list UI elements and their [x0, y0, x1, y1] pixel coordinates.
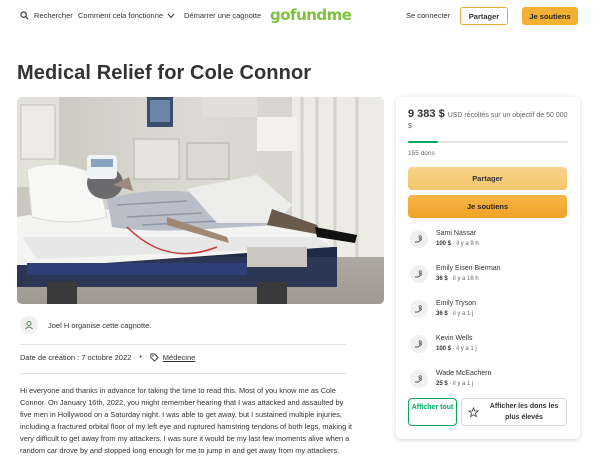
share-button[interactable]: Partager — [408, 167, 567, 190]
donor-avatar — [410, 370, 428, 388]
divider — [20, 344, 346, 345]
top-donations-label: Afficher les dons les plus élevés — [489, 403, 559, 421]
hand-heart-icon — [415, 270, 422, 278]
header-donate-button[interactable]: Je soutiens — [522, 7, 578, 25]
donor-avatar — [410, 300, 428, 318]
organizer-avatar — [20, 316, 38, 334]
start-campaign-link[interactable]: Démarrer une cagnotte — [184, 11, 261, 20]
star-icon — [468, 406, 479, 417]
search-link[interactable]: Rechercher — [20, 11, 73, 20]
donor-avatar — [410, 230, 428, 248]
hand-heart-icon — [415, 235, 422, 243]
campaign-meta: Date de création : 7 octobre 2022 • Méde… — [20, 353, 195, 362]
raised-amount: 9 383 $ — [408, 108, 445, 120]
donor-name: Wade McEachern — [436, 370, 492, 377]
user-icon — [25, 321, 33, 330]
donation-item: Emily Tryson 36 $ · il y a 1 j — [410, 295, 570, 323]
login-link[interactable]: Se connecter — [406, 11, 450, 20]
donor-avatar — [410, 335, 428, 353]
donation-time: il y a 1 j — [456, 346, 477, 352]
divider — [20, 373, 346, 374]
donation-amount: 36 $ — [436, 311, 448, 317]
top-nav: Rechercher Comment cela fonctionne Démar… — [0, 0, 600, 36]
donation-item: Kevin Wells 100 $ · il y a 1 j — [410, 330, 570, 358]
donation-time: il y a 1 j — [453, 381, 474, 387]
donation-amount: 100 $ — [436, 346, 452, 352]
donor-name: Sami Nassar — [436, 230, 477, 237]
donation-time: il y a 9 h — [456, 241, 479, 247]
hand-heart-icon — [415, 305, 422, 313]
donation-amount: 25 $ — [436, 381, 448, 387]
donation-amount: 36 $ — [436, 276, 448, 282]
donor-name: Emily Tryson — [436, 300, 477, 307]
hand-heart-icon — [415, 375, 422, 383]
organizer-row: Joel H organise cette cagnotte. — [20, 316, 151, 334]
search-icon — [20, 11, 29, 20]
campaign-title: Medical Relief for Cole Connor — [17, 62, 312, 84]
donor-count: 155 dons — [408, 150, 435, 157]
how-it-works-menu[interactable]: Comment cela fonctionne — [78, 11, 175, 20]
chevron-down-icon — [167, 13, 175, 18]
top-donations-button[interactable]: Afficher les dons les plus élevés — [461, 398, 567, 426]
donation-info: 100 $ · il y a 1 j — [436, 346, 477, 352]
category-link[interactable]: Médecine — [163, 353, 196, 362]
gofundme-logo[interactable]: gofundme — [270, 6, 352, 24]
donation-info: 36 $ · il y a 1 j — [436, 311, 474, 317]
donation-item: Sami Nassar 100 $ · il y a 9 h — [410, 225, 570, 253]
search-label: Rechercher — [34, 11, 73, 20]
campaign-story: Hi everyone and thanks in advance for ta… — [20, 386, 352, 455]
donation-amount: 100 $ — [436, 241, 452, 247]
donation-info: 36 $ · il y a 16 h — [436, 276, 479, 282]
see-all-button[interactable]: Afficher tout — [408, 398, 457, 426]
raised-summary: 9 383 $ USD récoltés sur un objectif de 5… — [408, 109, 568, 132]
donation-time: il y a 1 j — [453, 311, 474, 317]
donation-card: 9 383 $ USD récoltés sur un objectif de 5… — [396, 97, 580, 439]
organizer-text: Joel H organise cette cagnotte. — [48, 320, 152, 330]
donation-item: Emily Eisen Bierman 36 $ · il y a 16 h — [410, 260, 570, 288]
donation-item: Wade McEachern 25 $ · il y a 1 j — [410, 365, 570, 393]
hand-heart-icon — [415, 340, 422, 348]
donate-button[interactable]: Je soutiens — [408, 195, 567, 218]
separator-dot: • — [139, 354, 142, 361]
donor-name: Emily Eisen Bierman — [436, 265, 501, 272]
tag-icon — [150, 353, 159, 362]
progress-fill — [408, 141, 439, 143]
campaign-photo — [17, 97, 384, 304]
header-share-button[interactable]: Partager — [460, 7, 508, 25]
donor-name: Kevin Wells — [436, 335, 473, 342]
progress-bar — [408, 141, 568, 143]
donation-info: 100 $ · il y a 9 h — [436, 241, 479, 247]
donation-info: 25 $ · il y a 1 j — [436, 381, 474, 387]
donor-avatar — [410, 265, 428, 283]
creation-date: Date de création : 7 octobre 2022 — [20, 353, 132, 362]
how-it-works-label: Comment cela fonctionne — [78, 11, 164, 20]
donation-time: il y a 16 h — [453, 276, 479, 282]
